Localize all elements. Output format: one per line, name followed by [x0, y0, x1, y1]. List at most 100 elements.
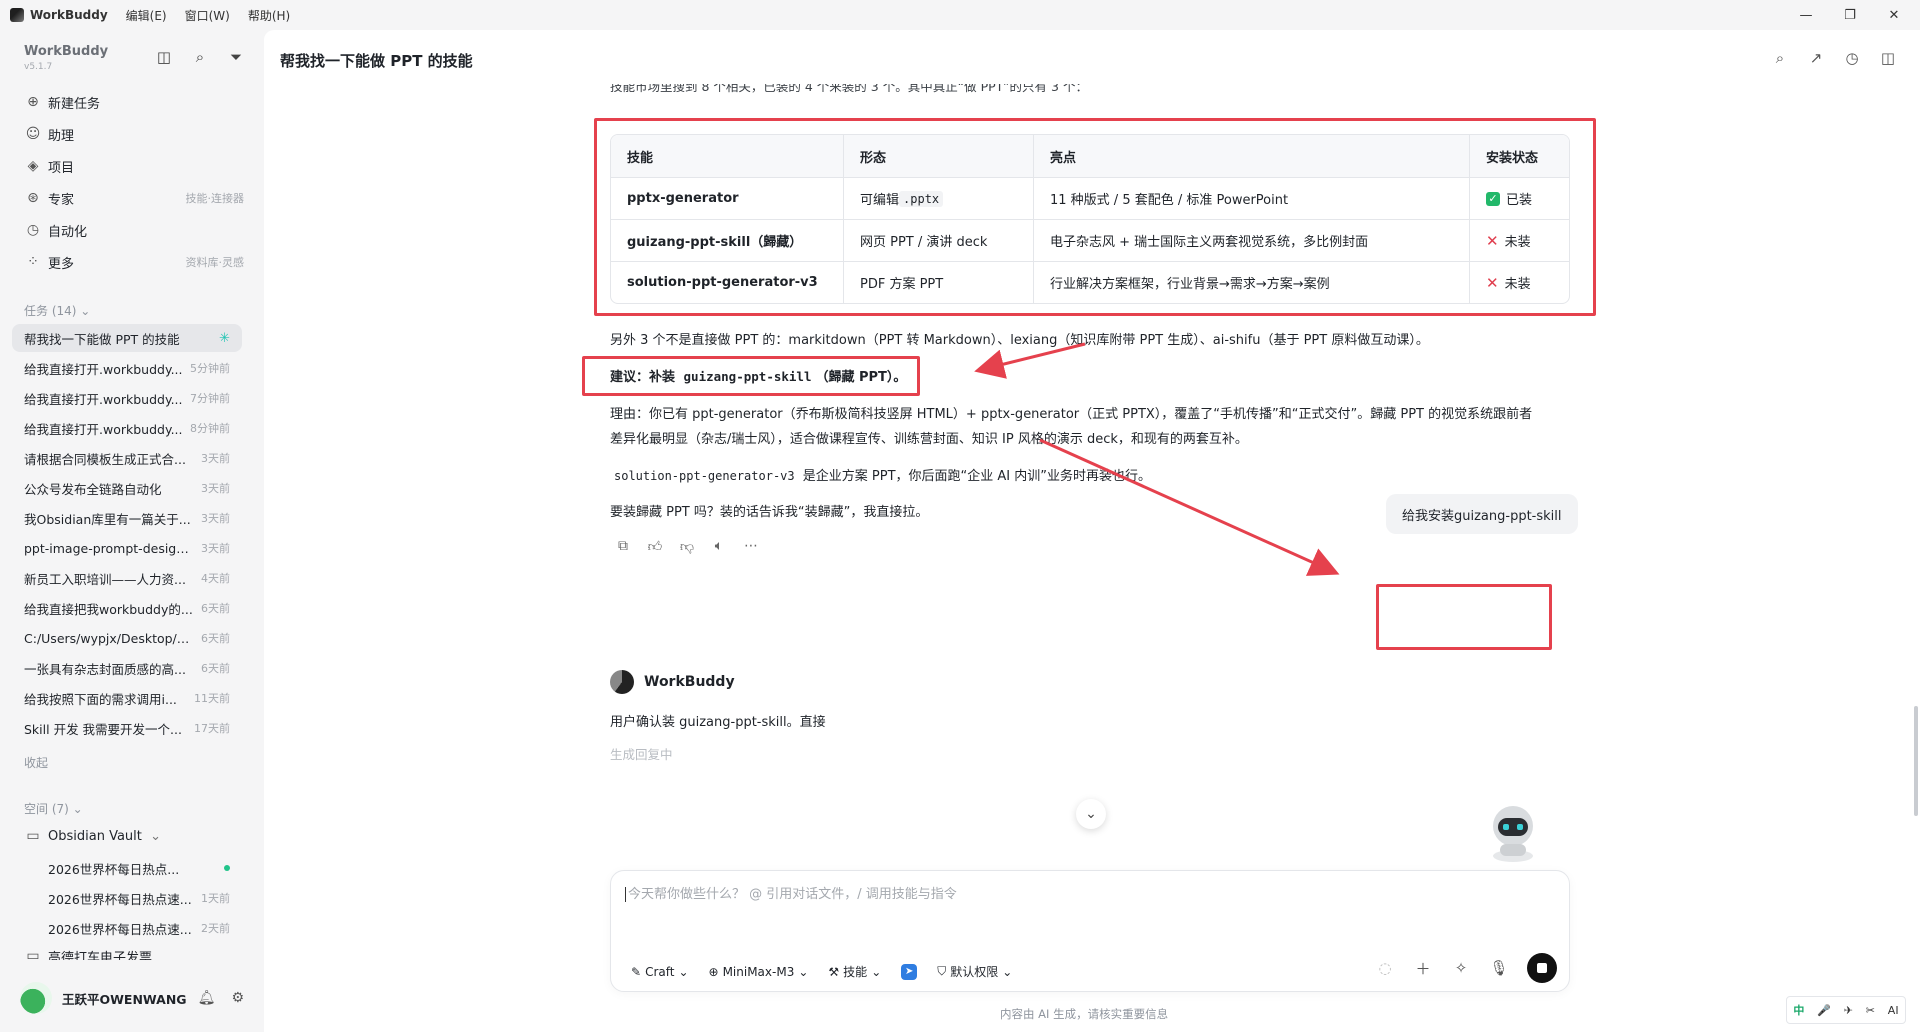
microphone-icon[interactable]: 🎙︎ — [1489, 959, 1509, 977]
nav-automation[interactable]: ◷ 自动化 — [24, 218, 244, 242]
ime-send-icon[interactable]: ✈ — [1844, 1004, 1853, 1017]
search-icon[interactable]: ⌕ — [191, 48, 209, 66]
task-item[interactable]: C:/Users/wypjx/Desktop/co... 6天前 — [12, 624, 242, 652]
bot-header: WorkBuddy — [610, 670, 735, 694]
thumbs-up-icon[interactable]: 👍︎ — [646, 538, 664, 555]
page-title: 帮我找一下能做 PPT 的技能 — [280, 52, 473, 70]
model-icon: ⊕ — [708, 964, 719, 979]
space-item[interactable]: 2026世界杯每日热点... — [36, 854, 242, 882]
close-button[interactable]: ✕ — [1872, 0, 1916, 30]
annotation-box-table — [594, 118, 1596, 316]
bot-avatar — [610, 670, 634, 694]
space-next[interactable]: ▭ 高德打车电子发票 — [24, 944, 244, 964]
tasks-section-label[interactable]: 任务 (14) ⌄ — [24, 302, 90, 319]
collapse-link[interactable]: 收起 — [24, 754, 48, 771]
ime-toolbar: 中 🎤 ✈ ✂ AI — [1786, 996, 1906, 1024]
permission-select[interactable]: ⛉ 默认权限 ⌄ — [937, 963, 1012, 980]
filter-icon[interactable]: ⏷ — [227, 48, 245, 66]
menu-window[interactable]: 窗口(W) — [185, 7, 230, 24]
sparkle-icon[interactable]: ✧ — [1451, 959, 1471, 977]
maximize-button[interactable]: ❐ — [1828, 0, 1872, 30]
model-select[interactable]: ⊕ MiniMax-M3 ⌄ — [709, 965, 809, 979]
sidebar: WorkBuddy v5.1.7 ◫ ⌕ ⏷ ⊕ 新建任务 ☺ 助理 ◈ 项目 ⊛ 专家… — [0, 30, 264, 1032]
copy-icon[interactable]: ⧉ — [614, 538, 632, 555]
reason-line-2: 差异化最明显（杂志/瑞士风），适合做课程宣传、训练营封面、知识 IP 风格的演示… — [610, 432, 1248, 447]
skills-select[interactable]: ⚒ 技能 ⌄ — [828, 963, 881, 980]
task-item[interactable]: Skill 开发 我需要开发一个... 17天前 — [12, 714, 242, 742]
task-item[interactable]: 给我直接打开.workbuddy... 8分钟前 — [12, 414, 242, 442]
pointer-icon: ➤ — [901, 963, 918, 980]
task-item[interactable]: 一张具有杂志封面质感的高... 6天前 — [12, 654, 242, 682]
scroll-to-bottom-button[interactable]: ⌄ — [1076, 799, 1106, 829]
shield-check-icon: ⛉ — [937, 964, 947, 978]
cursor-tool-button[interactable]: ➤ — [901, 963, 918, 980]
reason-line-1: 理由：你已有 ppt-generator（乔布斯极简科技竖屏 HTML）+ pp… — [610, 407, 1533, 422]
task-item[interactable]: 给我直接把我workbuddy的... 6天前 — [12, 594, 242, 622]
composer-toolbar: ✎ Craft ⌄ ⊕ MiniMax-M3 ⌄ ⚒ 技能 ⌄ ➤ ⛉ 默认权限 ⌄ — [631, 963, 1012, 980]
composer-actions: ◌ ＋ ✧ 🎙︎ — [1375, 953, 1557, 983]
sidebar-brand: WorkBuddy — [24, 44, 109, 59]
task-item[interactable]: 公众号发布全链路自动化 3天前 — [12, 474, 242, 502]
ime-mode-icon[interactable]: 中 — [1793, 1002, 1804, 1018]
space-item[interactable]: 2026世界杯每日热点速... 1天前 — [36, 884, 242, 912]
composer[interactable]: 今天帮你做些什么？ @ 引用对话文件，/ 调用技能与指令 ✎ Craft ⌄ ⊕ Mi… — [610, 870, 1570, 992]
search-icon[interactable]: ⌕ — [1770, 48, 1790, 68]
main-panel: 帮我找一下能做 PPT 的技能 ⌕ ↗ ◷ ◫ 技能市场里搜到 8 个相关，已装… — [264, 30, 1920, 1032]
loading-icon: ✳ — [219, 330, 230, 346]
chevron-down-icon: ⌄ — [150, 828, 162, 844]
task-item[interactable]: 给我直接打开.workbuddy... 7分钟前 — [12, 384, 242, 412]
task-item[interactable]: 我Obsidian库里有一篇关于... 3天前 — [12, 504, 242, 532]
menu-help[interactable]: 帮助(H) — [248, 7, 290, 24]
message-input[interactable]: 今天帮你做些什么？ @ 引用对话文件，/ 调用技能与指令 — [625, 883, 957, 902]
panel-toggle-icon[interactable]: ◫ — [1878, 48, 1898, 68]
add-icon[interactable]: ＋ — [1413, 958, 1433, 979]
nav-assistant[interactable]: ☺ 助理 — [24, 122, 244, 146]
history-icon[interactable]: ◷ — [1842, 48, 1862, 68]
bot-streaming-text: 用户确认装 guizang-ppt-skill。直接 — [610, 715, 826, 730]
bell-icon[interactable]: 🔔︎ — [198, 990, 216, 1006]
app-logo-icon — [10, 8, 24, 22]
task-item[interactable]: ppt-image-prompt-design... 3天前 — [12, 534, 242, 562]
space-item[interactable]: 2026世界杯每日热点速... 2天前 — [36, 914, 242, 942]
clock-icon: ◷ — [26, 222, 40, 238]
user-profile[interactable]: 王跃平OWENWANG 🔔︎ ⚙ — [20, 980, 244, 1016]
minimize-button[interactable]: — — [1784, 0, 1828, 30]
space-obsidian-vault[interactable]: ▭ Obsidian Vault ⌄ — [24, 824, 244, 848]
folder-icon: ▭ — [26, 948, 40, 964]
menu-edit[interactable]: 编辑(E) — [126, 7, 167, 24]
skills-icon: ⚒ — [828, 964, 840, 979]
nav-new-task[interactable]: ⊕ 新建任务 — [24, 90, 244, 114]
task-item[interactable]: 请根据合同模板生成正式合... 3天前 — [12, 444, 242, 472]
folder-icon: ▭ — [26, 828, 40, 844]
plus-circle-icon: ⊕ — [27, 94, 39, 110]
settings-icon[interactable]: ⚙ — [231, 990, 244, 1006]
task-item-active[interactable]: 帮我找一下能做 PPT 的技能 ✳ — [12, 324, 242, 352]
partial-text-line: 技能市场里搜到 8 个相关，已装的 4 个来装的 3 个。其中真正“做 PPT”… — [610, 79, 1088, 94]
chevron-down-icon: ⌄ — [798, 964, 809, 979]
stop-generation-button[interactable] — [1527, 953, 1557, 983]
task-item[interactable]: 新员工入职培训——人力资... 4天前 — [12, 564, 242, 592]
task-item[interactable]: 给我直接打开.workbuddy... 5分钟前 — [12, 354, 242, 382]
mode-select-craft[interactable]: ✎ Craft ⌄ — [631, 965, 689, 979]
sidebar-toggle-icon[interactable]: ◫ — [155, 48, 173, 66]
scrollbar[interactable] — [1914, 706, 1918, 816]
nav-expert[interactable]: ⊛ 专家 技能·连接器 — [24, 186, 244, 210]
annotation-box-user-message — [1376, 584, 1552, 650]
craft-icon: ✎ — [631, 964, 642, 979]
grid-icon: ⁘ — [27, 254, 39, 270]
ime-tools-icon[interactable]: ✂ — [1866, 1004, 1875, 1017]
share-icon[interactable]: ↗ — [1806, 48, 1826, 68]
annotation-box-suggestion — [582, 356, 920, 396]
ime-ai-icon[interactable]: AI — [1888, 1004, 1899, 1017]
spaces-section-label[interactable]: 空间 (7) ⌄ — [24, 800, 83, 817]
task-item[interactable]: 给我按照下面的需求调用i... 11天前 — [12, 684, 242, 712]
speaker-icon[interactable]: 🔈︎ — [710, 538, 728, 555]
more-icon[interactable]: ⋯ — [742, 538, 760, 555]
ai-disclaimer: 内容由 AI 生成，请核实重要信息 — [1000, 1007, 1169, 1021]
chevron-down-icon: ⌄ — [1002, 964, 1013, 979]
stop-icon — [1537, 963, 1547, 973]
nav-more[interactable]: ⁘ 更多 资料库·灵感 — [24, 250, 244, 274]
ime-voice-icon[interactable]: 🎤 — [1817, 1004, 1831, 1017]
nav-project[interactable]: ◈ 项目 — [24, 154, 244, 178]
thumbs-down-icon[interactable]: 👎︎ — [678, 538, 696, 555]
